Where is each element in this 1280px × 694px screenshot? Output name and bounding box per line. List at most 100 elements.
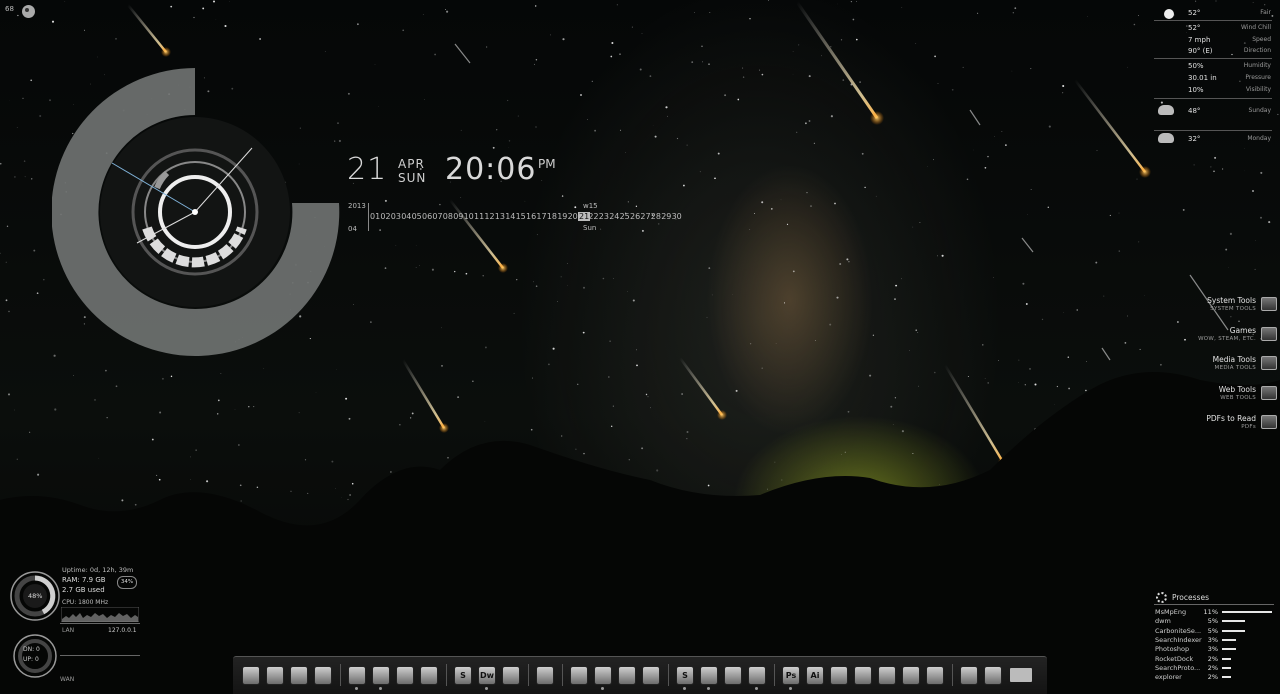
- calendar-days: 0102030405060708091011121314151617181920…: [370, 212, 700, 222]
- weather-value: 52°: [1188, 24, 1200, 32]
- smile-icon[interactable]: [748, 666, 766, 685]
- calendar-day: 16: [526, 212, 536, 221]
- treeline-silhouette: [0, 372, 1280, 693]
- drop-icon[interactable]: [960, 666, 978, 685]
- weather-label: Pressure: [1245, 74, 1271, 81]
- firefox-icon[interactable]: [594, 666, 612, 685]
- wordpress-icon[interactable]: [854, 666, 872, 685]
- calendar-day: 26: [630, 212, 640, 221]
- weather-divider: [1154, 58, 1272, 59]
- calendar-day: 13: [495, 212, 505, 221]
- launcher-item-title: Media Tools: [1213, 355, 1256, 364]
- calendar-day: 07: [432, 212, 442, 221]
- running-indicator: [755, 687, 758, 690]
- weather-divider: [1154, 130, 1272, 131]
- calendar-day: 17: [536, 212, 546, 221]
- weather-label: Humidity: [1244, 62, 1271, 69]
- launcher-item-title: Web Tools: [1219, 385, 1256, 394]
- opera-icon[interactable]: [618, 666, 636, 685]
- dock-stack-icon[interactable]: [1010, 668, 1032, 682]
- calendar-day: 11: [474, 212, 484, 221]
- calendar-day: 29: [661, 212, 671, 221]
- skype-icon[interactable]: S: [676, 666, 694, 685]
- calendar-day: 30: [672, 212, 682, 221]
- running-indicator: [355, 687, 358, 690]
- launcher-item-games[interactable]: GamesWOW, STEAM, ETC.: [1146, 326, 1256, 348]
- process-name: RocketDock: [1155, 655, 1193, 663]
- running-indicator: [485, 687, 488, 690]
- illustrator-icon[interactable]: Ai: [806, 666, 824, 685]
- phone-icon[interactable]: [314, 666, 332, 685]
- monitor-icon[interactable]: [290, 666, 308, 685]
- launcher-item-title: Games: [1230, 326, 1256, 335]
- process-name: SearchIndexer: [1155, 636, 1202, 644]
- system-tools-icon[interactable]: [1261, 297, 1277, 311]
- clock-month: APR: [398, 157, 425, 171]
- calendar-day: 04: [401, 212, 411, 221]
- photoshop-icon[interactable]: Ps: [782, 666, 800, 685]
- calendar-day: 27: [640, 212, 650, 221]
- dock-separator: [446, 664, 447, 686]
- pdf-icon[interactable]: [1261, 415, 1277, 429]
- weather-value: 10%: [1188, 86, 1204, 94]
- ram-used: 2.7 GB used: [62, 586, 105, 594]
- printer-icon[interactable]: [372, 666, 390, 685]
- launcher-item-web-tools[interactable]: Web ToolsWEB TOOLS: [1146, 385, 1256, 407]
- download-rate: DN: 0: [23, 646, 40, 653]
- calendar-day: 18: [547, 212, 557, 221]
- steam-icon[interactable]: [878, 666, 896, 685]
- launcher-item-media-tools[interactable]: Media ToolsMEDIA TOOLS: [1146, 355, 1256, 377]
- launcher-item-pdfs-to-read[interactable]: PDFs to ReadPDFs: [1146, 414, 1256, 436]
- games-icon[interactable]: [1261, 327, 1277, 341]
- process-bar: [1222, 667, 1231, 669]
- forecast-temp: 48°: [1188, 107, 1200, 115]
- sublime-icon[interactable]: S: [454, 666, 472, 685]
- launcher-item-system-tools[interactable]: System ToolsSYSTEM TOOLS: [1146, 296, 1256, 318]
- paint-icon[interactable]: [700, 666, 718, 685]
- folder-icon[interactable]: [348, 666, 366, 685]
- calendar-today-label: Sun: [583, 224, 596, 232]
- book-icon[interactable]: [536, 666, 554, 685]
- dock-separator: [340, 664, 341, 686]
- forecast-day: Sunday: [1249, 107, 1271, 114]
- process-bar: [1222, 639, 1236, 641]
- dock-separator: [562, 664, 563, 686]
- calendar-month-num: 04: [348, 225, 357, 233]
- dock: S Dw S Ps Ai: [233, 656, 1047, 694]
- calendar-divider: [368, 203, 369, 231]
- process-bar: [1222, 676, 1231, 678]
- document-icon[interactable]: [396, 666, 414, 685]
- weather-value: 7 mph: [1188, 36, 1210, 44]
- web-tools-icon[interactable]: [1261, 386, 1277, 400]
- chrome-icon[interactable]: [570, 666, 588, 685]
- recycle-bin-icon[interactable]: [984, 666, 1002, 685]
- process-percent: 3%: [1200, 645, 1218, 653]
- process-percent: 2%: [1200, 673, 1218, 681]
- acrobat-icon[interactable]: [830, 666, 848, 685]
- clock-ampm: PM: [538, 157, 556, 171]
- calendar-day: 09: [453, 212, 463, 221]
- sketch-icon[interactable]: [724, 666, 742, 685]
- calendar-day: 25: [620, 212, 630, 221]
- network-icon[interactable]: [266, 666, 284, 685]
- media-tools-icon[interactable]: [1261, 356, 1277, 370]
- calendar-day: 19: [557, 212, 567, 221]
- game-icon[interactable]: [902, 666, 920, 685]
- calendar-day: 28: [651, 212, 661, 221]
- notes-icon[interactable]: [420, 666, 438, 685]
- dreamweaver-icon[interactable]: Dw: [478, 666, 496, 685]
- process-name: SearchProto...: [1155, 664, 1200, 672]
- filezilla-icon[interactable]: [502, 666, 520, 685]
- running-indicator: [379, 687, 382, 690]
- world-icon[interactable]: [926, 666, 944, 685]
- calendar-year: 2013: [348, 202, 366, 210]
- itunes-icon[interactable]: [642, 666, 660, 685]
- calendar-day: 20: [568, 212, 578, 221]
- process-percent: 5%: [1200, 627, 1218, 635]
- calendar-day: 14: [505, 212, 515, 221]
- computer-icon[interactable]: [242, 666, 260, 685]
- calendar-day: 08: [443, 212, 453, 221]
- calendar-day: 12: [484, 212, 494, 221]
- process-percent: 11%: [1200, 608, 1218, 616]
- process-name: CarboniteSe...: [1155, 627, 1201, 635]
